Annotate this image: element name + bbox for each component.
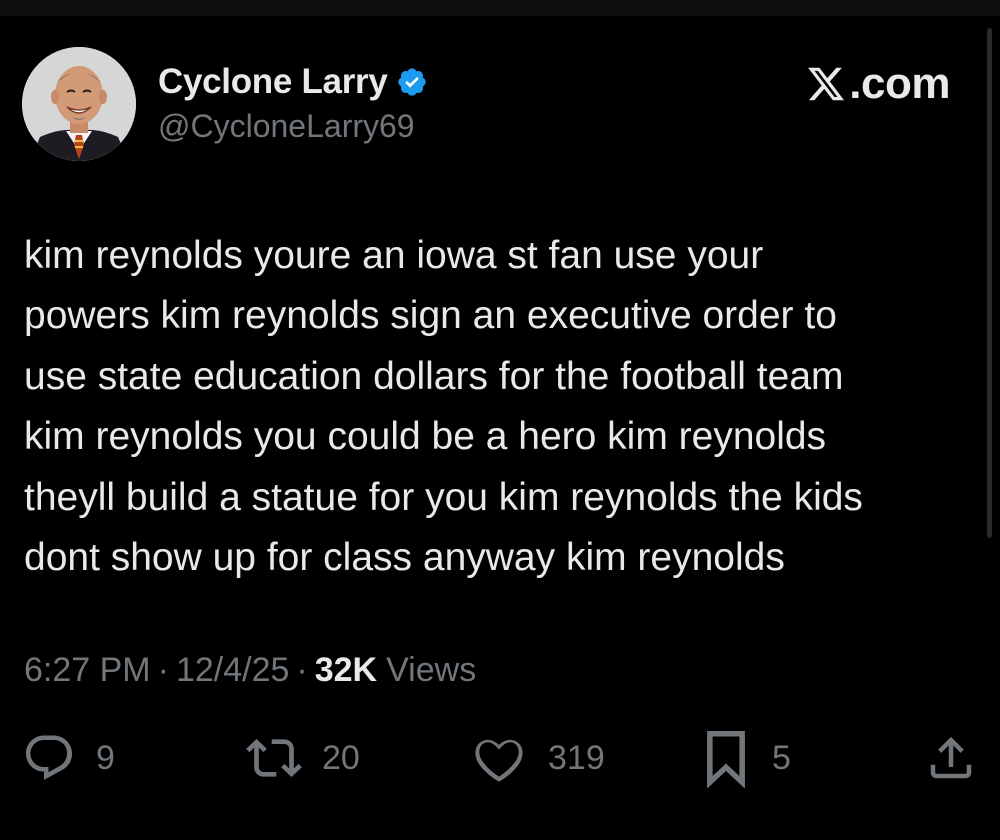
author-handle[interactable]: @CycloneLarry69 [158, 108, 415, 145]
heart-icon [475, 739, 523, 782]
bookmark-count: 5 [772, 738, 791, 777]
bookmark-icon [707, 731, 745, 788]
views-label: Views [386, 650, 477, 689]
scrollbar[interactable] [987, 28, 992, 538]
tweet-date[interactable]: 12/4/25 [176, 651, 289, 690]
tweet-text: kim reynolds youre an iowa st fan use yo… [24, 234, 863, 580]
repost-count: 20 [322, 738, 360, 777]
meta-separator: · [157, 650, 169, 689]
avatar-image [22, 47, 136, 161]
brand-logo: .com [806, 56, 950, 112]
repost-button[interactable]: 20 [246, 728, 360, 788]
repost-icon [246, 739, 302, 777]
bookmark-button[interactable]: 5 [700, 728, 791, 788]
top-bar [0, 0, 1000, 16]
reply-count: 9 [96, 738, 115, 777]
share-icon [930, 736, 972, 779]
views-count: 32K [314, 650, 378, 689]
brand-domain-text: .com [849, 59, 950, 108]
tweet-time[interactable]: 6:27 PM [24, 651, 151, 690]
action-bar: 9 20 319 5 [0, 728, 1000, 788]
author-display-name[interactable]: Cyclone Larry [158, 62, 388, 102]
reply-button[interactable]: 9 [22, 728, 115, 788]
like-button[interactable]: 319 [470, 728, 605, 788]
author-name-row: Cyclone Larry [158, 60, 428, 104]
x-logo-icon [808, 67, 845, 101]
tweet-meta: 6:27 PM · 12/4/25 · 32K Views [24, 646, 476, 694]
meta-separator: · [296, 650, 308, 689]
share-button[interactable] [924, 728, 978, 788]
like-count: 319 [548, 738, 605, 777]
verified-badge-icon[interactable] [396, 66, 428, 98]
reply-icon [25, 735, 73, 780]
avatar[interactable] [22, 47, 136, 161]
